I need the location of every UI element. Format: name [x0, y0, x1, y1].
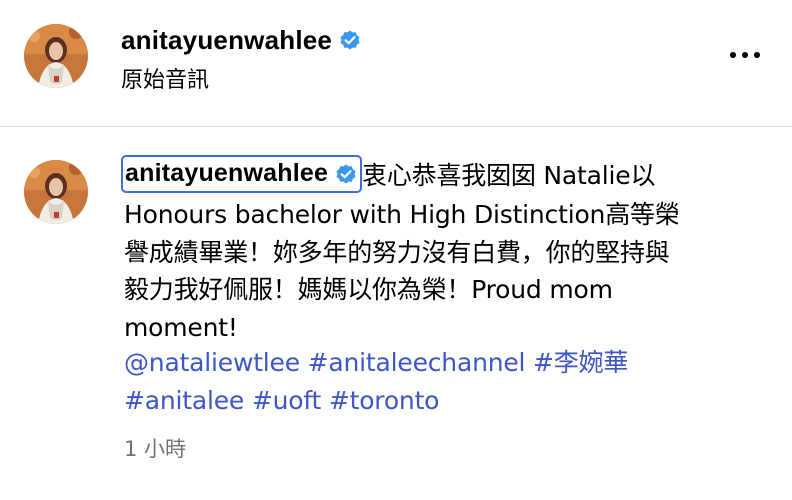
caption-avatar[interactable]: [24, 160, 88, 224]
hashtag-link[interactable]: #toronto: [329, 386, 440, 415]
hashtag-link[interactable]: #李婉華: [533, 348, 628, 377]
verified-badge-icon: [338, 28, 362, 52]
post-timestamp[interactable]: 1 小時: [124, 433, 186, 463]
audio-header: anitayuenwahlee 原始音訊: [0, 0, 792, 126]
more-options-icon: [730, 52, 760, 58]
caption-tags: @nataliewtlee #anitaleechannel #李婉華 #ani…: [124, 344, 764, 419]
header-username-row: anitayuenwahlee: [121, 20, 362, 60]
caption-line-1: 衷心恭喜我囡囡 Natalie以: [362, 161, 656, 190]
caption-line-5: moment!: [124, 312, 238, 342]
caption-line-4: 毅力我好佩服！媽媽以你為榮！Proud mom: [124, 275, 613, 304]
profile-photo: [24, 160, 88, 224]
caption-line-2: Honours bachelor with High Distinction高等…: [124, 200, 680, 229]
avatar[interactable]: [24, 24, 88, 88]
hashtag-link[interactable]: #anitaleechannel: [308, 348, 526, 377]
caption-username-link[interactable]: anitayuenwahlee: [121, 155, 363, 193]
hashtag-link[interactable]: #anitalee: [124, 386, 244, 415]
hashtag-link[interactable]: #uoft: [252, 386, 321, 415]
caption-text: anitayuenwahlee 衷心恭喜我囡囡 Natalie以 Honours …: [121, 155, 754, 346]
caption-line-3: 譽成績畢業！妳多年的努力沒有白費，你的堅持與: [124, 237, 670, 267]
mention-link[interactable]: @nataliewtlee: [124, 348, 300, 377]
more-options-button[interactable]: [722, 40, 768, 70]
caption-username[interactable]: anitayuenwahlee: [123, 155, 328, 193]
header-username[interactable]: anitayuenwahlee: [121, 25, 332, 56]
post-caption-section: anitayuenwahlee 衷心恭喜我囡囡 Natalie以 Honours …: [0, 127, 792, 500]
original-audio-label[interactable]: 原始音訊: [121, 62, 209, 94]
verified-badge-icon: [334, 162, 358, 186]
profile-photo: [24, 24, 88, 88]
